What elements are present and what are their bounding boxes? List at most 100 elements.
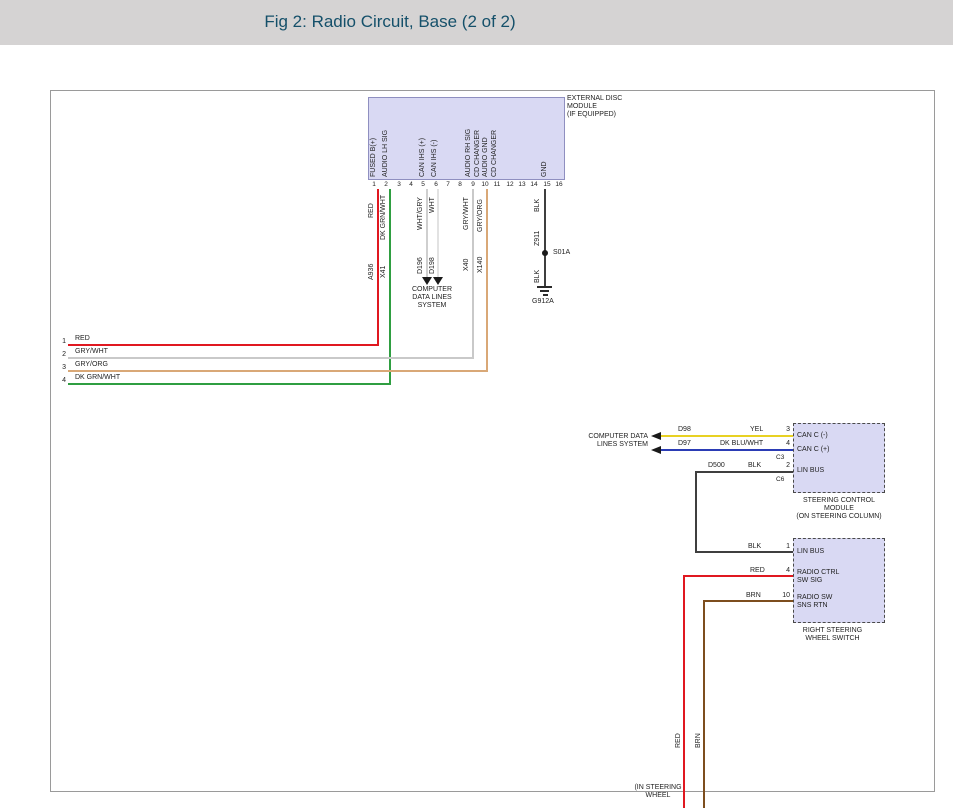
pin-function-label: RADIO CTRL [797, 569, 839, 577]
down-arrow-icon [433, 277, 443, 285]
circuit-id-label: D500 [708, 462, 725, 470]
pin-number: 10 [480, 181, 490, 188]
dk-grn-wht-wire-horizontal [68, 383, 391, 385]
connector-id-label: C6 [776, 476, 784, 483]
figure-title-bar: Fig 2: Radio Circuit, Base (2 of 2) [0, 0, 953, 45]
pin-number: 4 [778, 567, 790, 575]
left-arrow-icon [651, 432, 661, 440]
splice-label: S01A [553, 249, 570, 257]
wht-gry-wire-vertical [426, 189, 428, 277]
pin-function-label: CD CHANGER [491, 130, 499, 177]
pin-number: 13 [517, 181, 527, 188]
red-wire-vertical [683, 575, 685, 808]
external-disc-module-name: MODULE [567, 103, 597, 111]
pin-function-label: RADIO SW [797, 594, 832, 602]
pin-function-label: CAN IHS (+) [419, 138, 427, 177]
external-disc-module-name: EXTERNAL DISC [567, 95, 622, 103]
pin-number: 16 [554, 181, 564, 188]
wire-color-label: YEL [750, 426, 763, 434]
wire-color-label: RED [750, 567, 765, 575]
pin-function-label: SW SIG [797, 577, 822, 585]
brn-wire-vertical [703, 600, 705, 808]
pin-function-label: AUDIO LH SIG [382, 130, 390, 177]
pin-number: 5 [418, 181, 428, 188]
pin-number: 7 [443, 181, 453, 188]
pin-number: 14 [529, 181, 539, 188]
circuit-id-label: A936 [368, 264, 376, 280]
blk-wire-vertical [544, 189, 546, 286]
wire-color-label: GRY/WHT [463, 197, 471, 230]
wire-color-label: BLK [534, 270, 542, 283]
pin-function-label: SNS RTN [797, 602, 828, 610]
figure-title: Fig 2: Radio Circuit, Base (2 of 2) [0, 12, 780, 32]
down-arrow-icon [422, 277, 432, 285]
pin-function-label: CAN C (+) [797, 446, 829, 454]
pin-function-label: LIN BUS [797, 548, 824, 556]
wire-color-label: DK BLU/WHT [720, 440, 763, 448]
pin-number: 4 [778, 440, 790, 448]
steering-control-module-name: STEERING CONTROL MODULE (ON STEERING COL… [776, 497, 902, 521]
pin-function-label: AUDIO RH SIG [465, 129, 473, 177]
yel-wire-horizontal [661, 435, 793, 437]
wire-color-label: DK GRN/WHT [380, 195, 388, 240]
splice-dot [542, 250, 548, 256]
gry-wht-wire-horizontal [68, 357, 474, 359]
gry-org-wire-vertical [486, 189, 488, 372]
external-disc-module-name: (IF EQUIPPED) [567, 111, 616, 119]
wire-color-label: RED [675, 733, 683, 748]
computer-data-lines-label: COMPUTER DATA LINES SYSTEM [400, 286, 464, 310]
connector-id-label: C3 [776, 454, 784, 461]
circuit-id-label: D97 [678, 440, 691, 448]
pin-number: 3 [394, 181, 404, 188]
blk-wire-vertical [695, 471, 697, 553]
ground-icon [540, 290, 549, 292]
red-wire-horizontal [683, 575, 793, 577]
wire-color-label: BLK [748, 543, 761, 551]
wire-color-label: BRN [746, 592, 761, 600]
pin-number: 4 [54, 377, 66, 385]
pin-number: 3 [54, 364, 66, 372]
wire-color-label: BLK [748, 462, 761, 470]
red-wire-horizontal [68, 344, 379, 346]
pin-number: 2 [778, 462, 790, 470]
ground-icon [537, 286, 552, 288]
wire-color-label: WHT/GRY [417, 197, 425, 230]
pin-function-label: FUSED B(+) [370, 138, 378, 177]
wire-color-label: RED [75, 335, 90, 343]
pin-number: 15 [542, 181, 552, 188]
circuit-id-label: D98 [678, 426, 691, 434]
circuit-id-label: D196 [417, 257, 425, 274]
pin-number: 3 [778, 426, 790, 434]
dk-grn-wht-wire-vertical [389, 189, 391, 385]
gry-org-wire-horizontal [68, 370, 488, 372]
left-arrow-icon [651, 446, 661, 454]
pin-function-label: CAN IHS (-) [431, 140, 439, 177]
blk-wire-horizontal [695, 551, 793, 553]
pin-function-label: AUDIO GND [482, 137, 490, 177]
circuit-id-label: X40 [463, 259, 471, 271]
pin-number: 12 [505, 181, 515, 188]
pin-number: 1 [54, 338, 66, 346]
ground-icon [543, 294, 548, 296]
in-steering-wheel-label: (IN STEERING WHEEL [626, 784, 690, 800]
right-steering-wheel-switch-name: RIGHT STEERING WHEEL SWITCH [780, 627, 885, 643]
circuit-id-label: X140 [477, 257, 485, 273]
pin-number: 1 [778, 543, 790, 551]
circuit-id-label: Z911 [534, 231, 542, 246]
pin-function-label: LIN BUS [797, 467, 824, 475]
pin-function-label: GND [541, 161, 549, 177]
circuit-id-label: D198 [429, 257, 437, 274]
pin-number: 1 [369, 181, 379, 188]
pin-function-label: CAN C (-) [797, 432, 828, 440]
wire-color-label: GRY/WHT [75, 348, 108, 356]
wire-color-label: GRY/ORG [477, 199, 485, 232]
wire-color-label: RED [368, 203, 376, 218]
wire-color-label: DK GRN/WHT [75, 374, 120, 382]
wht-wire-vertical [437, 189, 439, 277]
pin-function-label: CD CHANGER [474, 130, 482, 177]
wire-color-label: BLK [534, 199, 542, 212]
pin-number: 4 [406, 181, 416, 188]
blk-wire-horizontal [695, 471, 793, 473]
pin-number: 6 [431, 181, 441, 188]
pin-number: 9 [468, 181, 478, 188]
